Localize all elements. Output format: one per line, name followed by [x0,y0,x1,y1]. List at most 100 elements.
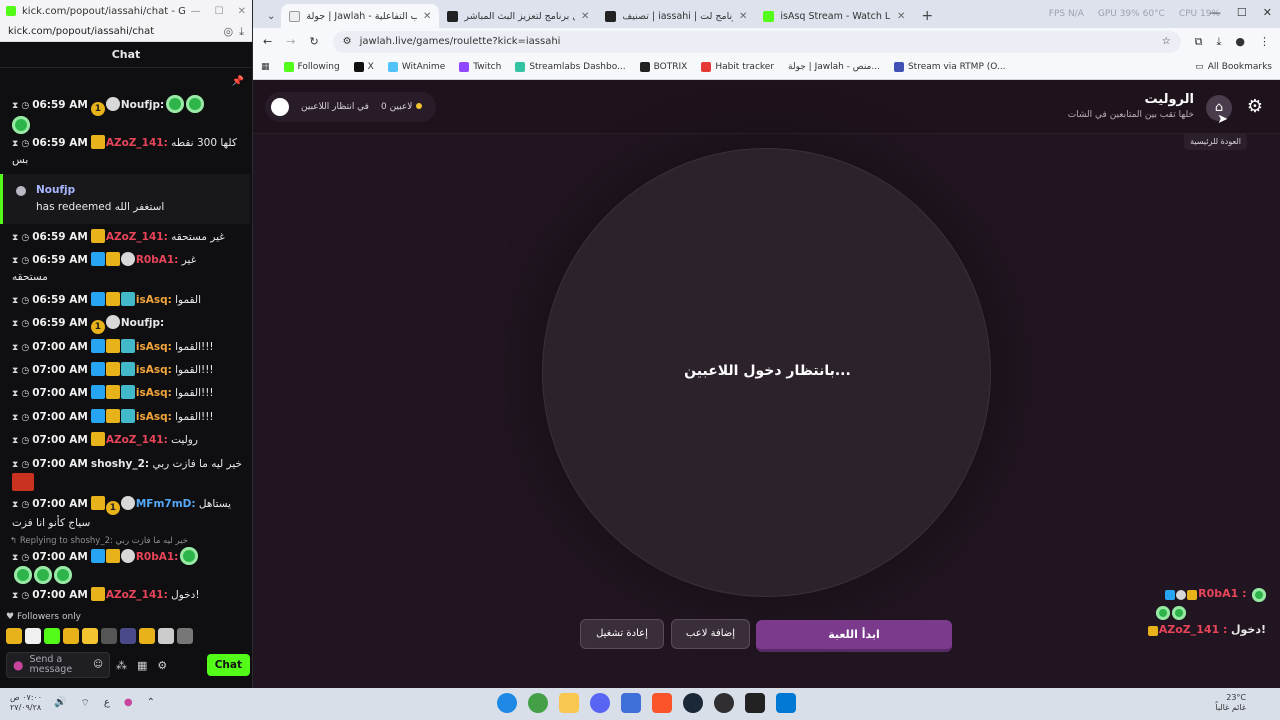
clock-icon[interactable]: ◷ [21,316,29,332]
clock-icon[interactable]: ◷ [21,457,29,473]
emoji-icon[interactable]: ☺ [93,660,103,670]
bookmark-item[interactable]: Streamlabs Dashbo... [515,62,626,72]
chat-message-list[interactable]: 📌 ⧗ ◷ 06:59 AM 1 Noufjp: ⧗ ◷ 06:59 AM AZoZ_141:… [0,68,252,612]
clock-icon[interactable]: ◷ [21,497,29,513]
emote-icon[interactable] [82,628,98,644]
tab-2[interactable]: الوك | أفضل برنامج لتعزيز البث المباشر ✕ [439,4,597,28]
windows-start-icon[interactable] [776,693,796,713]
timeout-icon[interactable]: ⧗ [12,457,18,473]
timeout-icon[interactable]: ⧗ [12,588,18,604]
app-icon[interactable] [621,693,641,713]
explorer-app-icon[interactable] [559,693,579,713]
emote-icon[interactable] [44,628,60,644]
site-info-icon[interactable]: ⚙ [343,36,352,47]
timeout-icon[interactable]: ⧗ [12,497,18,513]
kick-url[interactable]: kick.com/popout/iassahi/chat [8,26,218,37]
bookmark-item[interactable]: Habit tracker [701,62,774,72]
tab-4[interactable]: isAsq Stream - Watch Live on Kick ✕ [755,4,913,28]
obs-app-icon[interactable] [714,693,734,713]
language-indicator[interactable]: ع [104,697,110,710]
emote-icon[interactable] [63,628,79,644]
clock-icon[interactable]: ◷ [21,363,29,379]
restart-button[interactable]: إعادة تشغيل [580,619,664,649]
clock[interactable]: ٠٧:٠٠ ص ٢٧/٠٩/٢٨ [10,693,42,713]
download-icon[interactable]: ⤓ [1217,35,1222,49]
address-bar[interactable]: ⚙ jawlah.live/games/roulette?kick=iassah… [332,30,1181,53]
bookmark-item[interactable]: X [353,62,374,72]
close-tab-icon[interactable]: ✕ [739,11,747,22]
chat-input[interactable]: ● Send a message ☺ [6,652,110,678]
timeout-icon[interactable]: ⧗ [12,410,18,426]
clock-icon[interactable]: ◷ [21,230,29,246]
emote-icon[interactable] [6,628,22,644]
timeout-icon[interactable]: ⧗ [12,550,18,566]
mic-icon[interactable]: ● [13,659,23,671]
store-icon[interactable]: ▦ [137,659,147,672]
bookmark-item[interactable]: جولة | Jawlah - منص... [788,62,880,72]
start-game-button[interactable]: ابدأ اللعبة [756,620,952,652]
emote-icon[interactable] [101,628,117,644]
bookmark-item[interactable]: Stream via RTMP (O... [893,62,1006,72]
clock-icon[interactable]: ◷ [21,433,29,449]
gear-icon[interactable]: ⚙ [157,659,167,672]
timeout-icon[interactable]: ⧗ [12,293,18,309]
bookmark-item[interactable]: Twitch [459,62,501,72]
wifi-icon[interactable]: ⌔ [80,697,89,710]
timeout-icon[interactable]: ⧗ [12,363,18,379]
timeout-icon[interactable]: ⧗ [12,253,18,269]
discord-app-icon[interactable] [590,693,610,713]
apps-grid-icon[interactable]: ▦ [261,62,270,72]
profile-avatar-icon[interactable]: ● [1235,35,1245,48]
terminal-app-icon[interactable] [745,693,765,713]
mic-icon[interactable]: ● [124,697,133,710]
back-icon[interactable]: ← [263,35,272,48]
clock-icon[interactable]: ◷ [21,136,29,152]
maximize-icon[interactable]: ☐ [1237,6,1247,19]
tab-jawlah[interactable]: جولة | Jawlah - منصة الألعاب التفاعلية ✕ [281,4,440,28]
menu-icon[interactable]: ⋮ [1259,35,1270,48]
clock-icon[interactable]: ◷ [21,410,29,426]
bookmark-item[interactable]: Following [283,62,340,72]
send-chat-button[interactable]: Chat [206,654,250,676]
close-icon[interactable]: ✕ [238,6,246,17]
clock-icon[interactable]: ◷ [21,588,29,604]
steam-app-icon[interactable] [683,693,703,713]
emote-icon[interactable] [158,628,174,644]
download-icon[interactable]: ⤓ [239,25,244,39]
volume-icon[interactable]: 🔊 [54,697,66,710]
bookmark-star-icon[interactable]: ☆ [1162,36,1171,47]
eye-off-icon[interactable]: ◎ [224,25,234,38]
close-tab-icon[interactable]: ✕ [423,11,431,22]
reload-icon[interactable]: ↻ [309,35,318,48]
add-player-button[interactable]: إضافة لاعب [671,619,750,649]
new-tab-button[interactable]: + [913,8,941,28]
bookmark-item[interactable]: WitAnime [387,62,445,72]
clock-icon[interactable]: ◷ [21,550,29,566]
all-bookmarks[interactable]: ▭ All Bookmarks [1195,62,1272,72]
emote-icon[interactable] [120,628,136,644]
clock-icon[interactable]: ◷ [21,340,29,356]
close-tab-icon[interactable]: ✕ [897,11,905,22]
clock-icon[interactable]: ◷ [21,386,29,402]
minimize-icon[interactable]: — [1210,6,1221,19]
timeout-icon[interactable]: ⧗ [12,230,18,246]
maximize-icon[interactable]: ☐ [215,6,224,17]
edge-app-icon[interactable] [497,693,517,713]
weather-widget[interactable]: 23°C غائم غالباً [1215,693,1246,713]
close-icon[interactable]: ✕ [1263,6,1272,19]
points-icon[interactable]: ⁂ [116,659,127,672]
extensions-icon[interactable]: ⧉ [1195,35,1203,49]
timeout-icon[interactable]: ⧗ [12,340,18,356]
timeout-icon[interactable]: ⧗ [12,386,18,402]
forward-icon[interactable]: → [286,35,295,48]
settings-button[interactable]: ⚙ [1244,96,1266,118]
clock-icon[interactable]: ◷ [21,253,29,269]
emote-icon[interactable] [25,628,41,644]
clock-icon[interactable]: ◷ [21,98,29,114]
tab-search-icon[interactable]: ⌄ [261,11,281,28]
timeout-icon[interactable]: ⧗ [12,433,18,449]
emote-icon[interactable] [177,628,193,644]
emote-icon[interactable] [139,628,155,644]
close-tab-icon[interactable]: ✕ [581,11,589,22]
brave-app-icon[interactable] [652,693,672,713]
